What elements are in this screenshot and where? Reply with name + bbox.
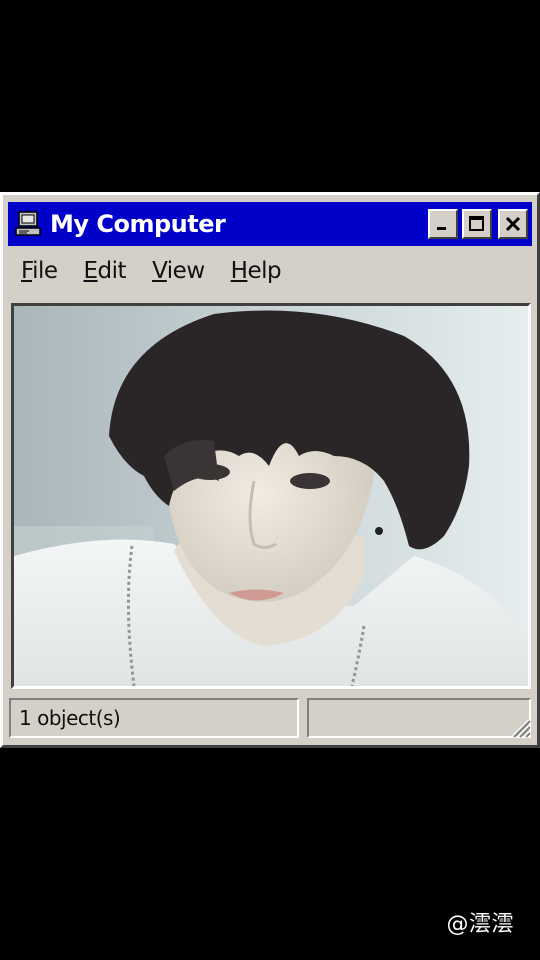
menu-view[interactable]: View [152,258,205,284]
close-button[interactable] [498,209,528,239]
window-controls [424,209,528,239]
status-pane-secondary [307,698,531,738]
status-bar: 1 object(s) [9,698,533,742]
window-title: My Computer [50,210,226,238]
minimize-button[interactable] [428,209,458,239]
title-bar[interactable]: My Computer [8,202,532,246]
content-view [11,303,531,689]
status-object-count: 1 object(s) [19,706,121,730]
status-pane-objects: 1 object(s) [9,698,299,738]
maximize-button[interactable] [462,209,492,239]
menu-help-accel: H [230,258,248,284]
portrait-photo [14,306,528,686]
menu-file[interactable]: File [21,258,58,284]
menu-edit-accel: E [83,258,99,284]
resize-grip-icon[interactable] [507,714,531,738]
menu-bar: File Edit View Help [15,253,307,289]
menu-help[interactable]: Help [230,258,282,284]
menu-view-accel: V [152,258,167,284]
menu-help-label: elp [247,258,282,284]
menu-file-accel: F [21,258,33,284]
watermark-text: @澐澐 [446,912,514,937]
menu-view-label: iew [166,258,205,284]
menu-edit[interactable]: Edit [84,258,127,284]
close-icon [505,216,521,232]
menu-file-label: ile [32,258,58,284]
my-computer-window: My Computer File Edit View Help 1 object… [0,192,540,748]
menu-edit-label: dit [97,258,127,284]
phone-screen: My Computer File Edit View Help 1 object… [0,0,540,960]
minimize-icon [437,227,446,230]
computer-icon [14,209,44,239]
maximize-icon [469,216,484,231]
